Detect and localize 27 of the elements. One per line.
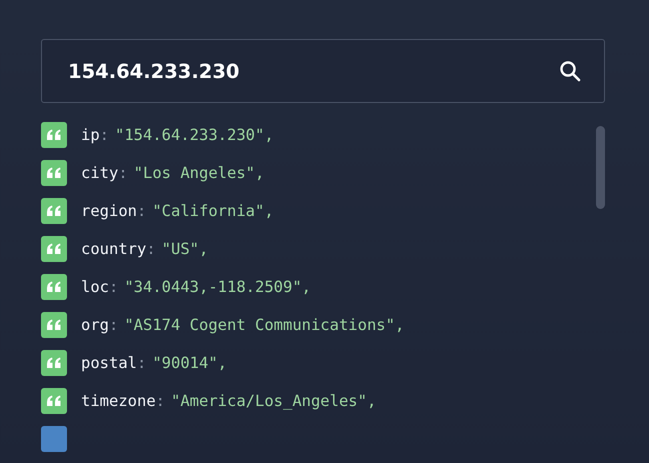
search-icon[interactable] <box>559 60 581 82</box>
field-key: city <box>81 164 118 182</box>
field-value: "34.0443,-118.2509", <box>124 278 311 296</box>
field-value: "90014", <box>152 354 227 372</box>
field-key: ip <box>81 126 100 144</box>
search-field[interactable]: 154.64.233.230 <box>41 39 605 103</box>
colon: : <box>109 278 118 296</box>
colon: : <box>137 354 146 372</box>
field-key: timezone <box>81 392 156 410</box>
colon: : <box>137 202 146 220</box>
field-value: "America/Los_Angeles", <box>171 392 376 410</box>
field-key: region <box>81 202 137 220</box>
scrollbar[interactable] <box>596 126 605 209</box>
field-key: loc <box>81 278 109 296</box>
field-value: "US", <box>162 240 208 258</box>
colon: : <box>146 240 156 258</box>
field-value: "154.64.233.230", <box>115 126 274 144</box>
colon: : <box>109 316 118 334</box>
colon: : <box>118 164 128 182</box>
colon: : <box>156 392 165 410</box>
field-value: "California", <box>152 202 274 220</box>
field-value: "Los Angeles", <box>134 164 264 182</box>
field-key: org <box>81 316 109 334</box>
colon: : <box>100 126 110 144</box>
field-value: "AS174 Cogent Communications", <box>124 316 404 334</box>
field-key: postal <box>81 354 137 372</box>
field-key: country <box>81 240 146 258</box>
